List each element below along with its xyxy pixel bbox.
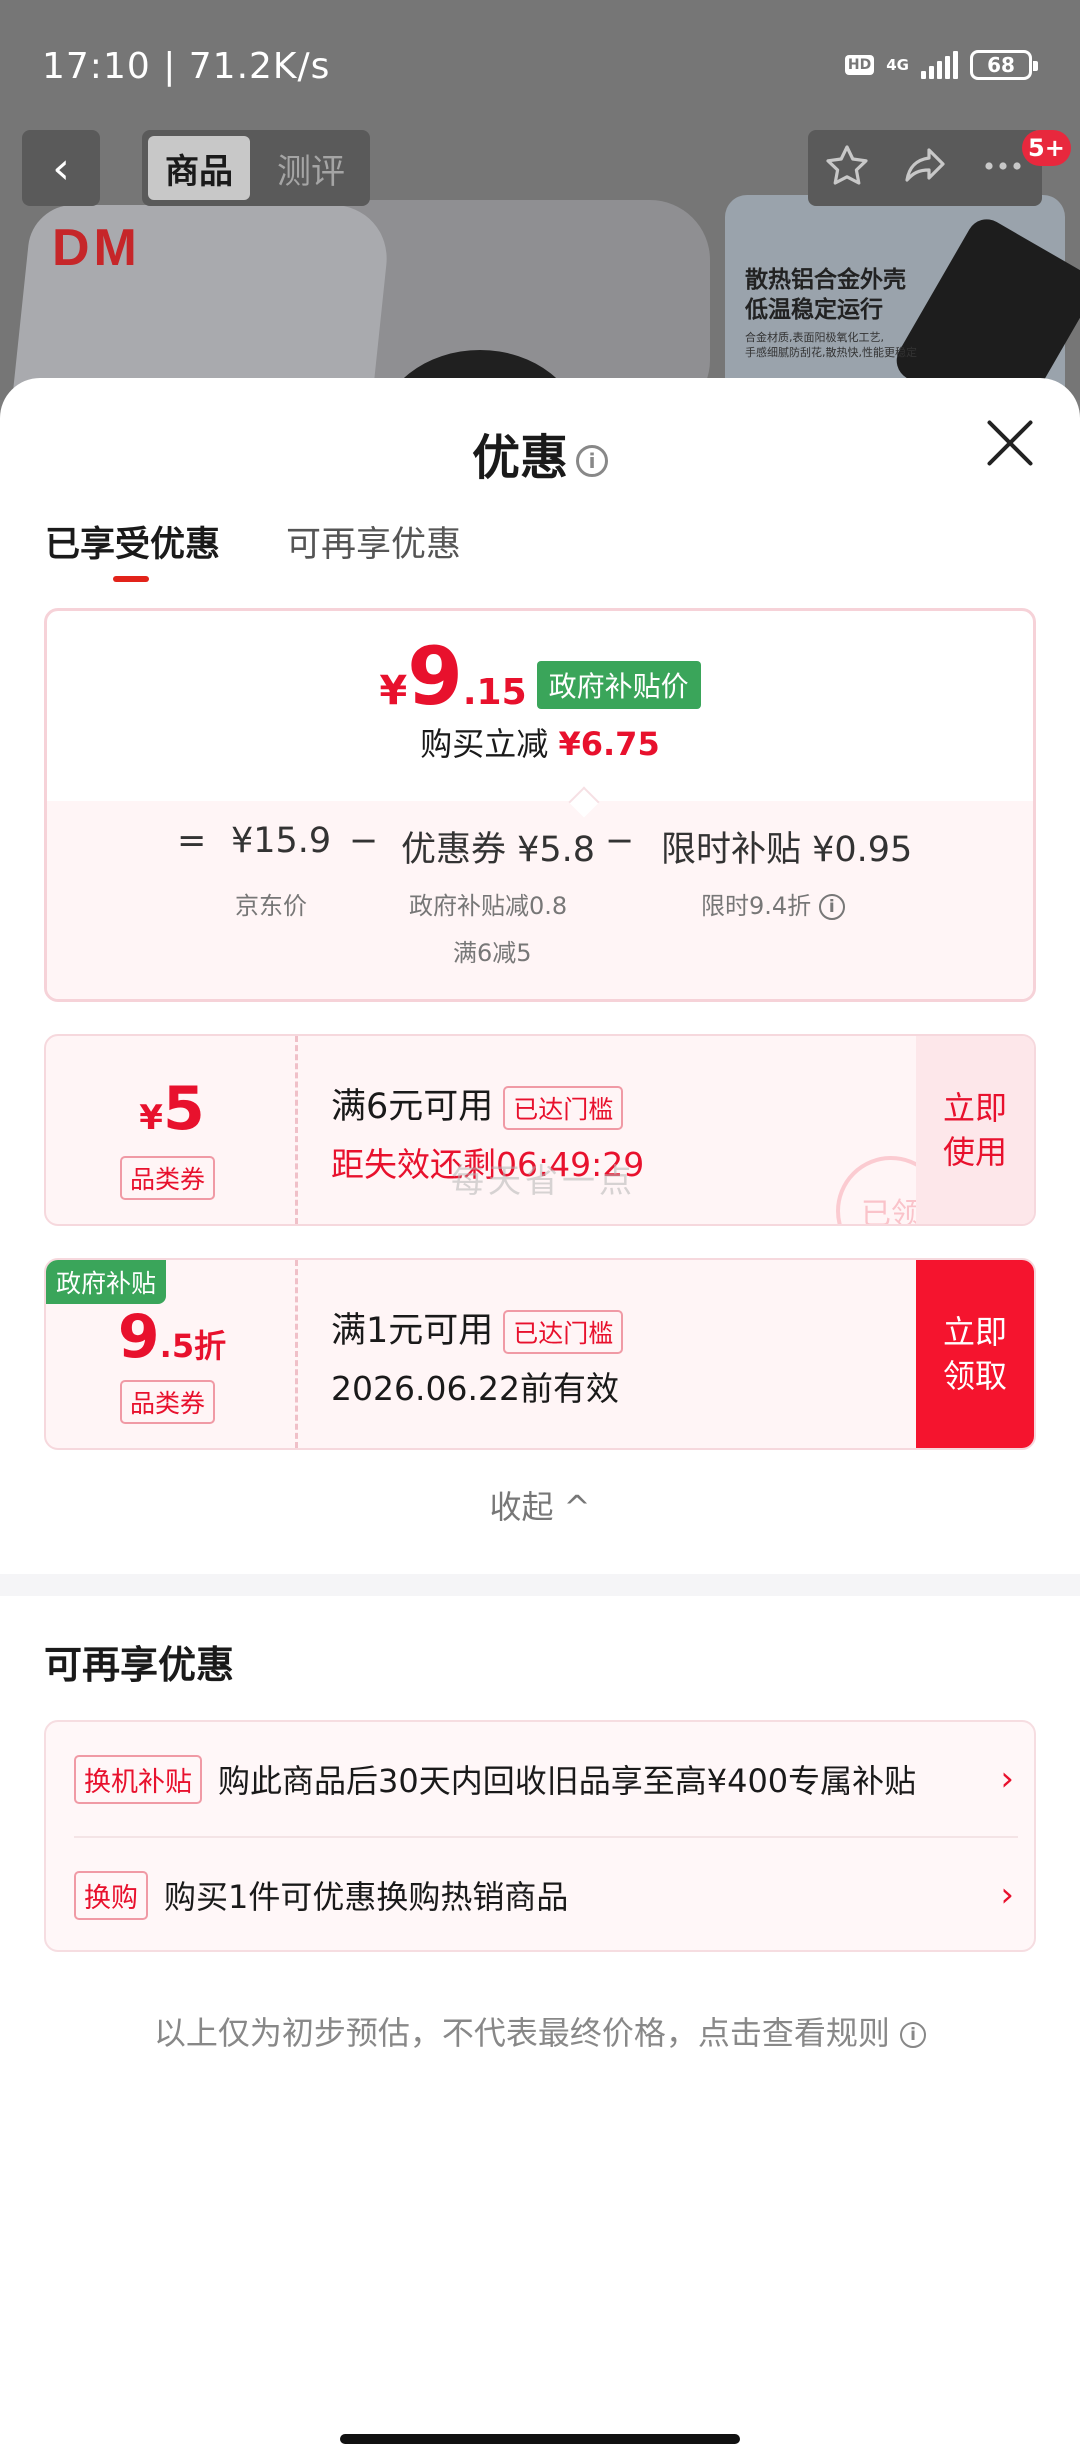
collapse-button[interactable]: 收起 ^	[0, 1482, 1080, 1528]
threshold-reached-tag: 已达门槛	[503, 1310, 624, 1354]
offer-tag: 换机补贴	[74, 1754, 202, 1804]
gov-subsidy-label: 政府补贴	[46, 1260, 167, 1304]
jd-price: ¥15.9	[231, 821, 332, 861]
final-price: ¥9.15 政府补贴价	[47, 637, 1033, 717]
sheet-title: 优惠 i	[0, 418, 1080, 488]
more-icon[interactable]	[979, 142, 1027, 194]
promo-title: 散热铝合金外壳 低温稳定运行	[745, 267, 906, 323]
coupon-discount: 9.5折	[117, 1302, 227, 1372]
claim-now-button[interactable]: 立即 领取	[916, 1260, 1034, 1448]
battery-icon: 68	[970, 50, 1038, 80]
coupon-deduction: 优惠券 ¥5.8	[401, 830, 596, 870]
section-divider	[0, 1574, 1080, 1596]
network-type: 4G	[886, 56, 909, 74]
hd-icon: HD	[844, 55, 875, 75]
more-offers-card: 换机补贴 购此商品后30天内回收旧品享至高¥400专属补贴 › 换购 购买1件可…	[44, 1720, 1036, 1952]
signal-icon	[921, 51, 958, 79]
offer-row-exchange[interactable]: 换购 购买1件可优惠换购热销商品 ›	[74, 1838, 1018, 1952]
chevron-right-icon: ›	[1000, 1759, 1014, 1799]
status-icons: HD 4G 68	[844, 50, 1038, 80]
promo-thumbnail[interactable]: 散热铝合金外壳 低温稳定运行 合金材质,表面阳极氧化工艺, 手感细腻防刮花,散热快,…	[725, 195, 1080, 400]
info-icon[interactable]: i	[818, 894, 845, 920]
top-tabs: 商品 测评	[142, 130, 370, 206]
share-icon[interactable]	[901, 142, 949, 194]
jd-price-label: 京东价	[235, 892, 307, 920]
status-time: 17:10 | 71.2K/s	[42, 46, 331, 87]
status-bar: 17:10 | 71.2K/s HD 4G 68	[0, 0, 1080, 130]
chevron-left-icon: ‹	[52, 142, 70, 194]
tab-enjoyed[interactable]: 已享受优惠	[45, 516, 220, 567]
brand-logo: DM	[52, 219, 141, 277]
more-section-title: 可再享优惠	[44, 1643, 235, 1687]
info-icon[interactable]: i	[900, 2022, 927, 2048]
offer-tag: 换购	[74, 1870, 148, 1920]
coupon-condition: 满6元可用 已达门槛	[331, 1078, 624, 1130]
star-icon[interactable]	[823, 142, 871, 194]
gov-subsidy-price-tag: 政府补贴价	[536, 661, 701, 709]
tab-review[interactable]: 测评	[260, 136, 362, 200]
disclaimer-link[interactable]: 以上仅为初步预估，不代表最终价格，点击查看规则 i	[0, 2008, 1080, 2054]
coupon-amount: ¥5	[139, 1074, 205, 1144]
threshold-reached-tag: 已达门槛	[503, 1086, 624, 1130]
watermark: 每天省一点	[451, 1161, 636, 1200]
tab-product[interactable]: 商品	[148, 136, 250, 200]
promo-plug-image	[889, 212, 1080, 400]
top-tools	[808, 130, 1042, 206]
close-button[interactable]	[985, 418, 1035, 468]
promo-subtitle: 合金材质,表面阳极氧化工艺, 手感细腻防刮花,散热快,性能更稳定	[745, 331, 917, 359]
coupon-card: ¥5 品类券 满6元可用 已达门槛 距失效还剩06:49:29 每天省一点 已领 …	[44, 1034, 1036, 1226]
coupon-type: 品类券	[120, 1156, 216, 1200]
back-button[interactable]: ‹	[22, 130, 100, 206]
info-icon[interactable]: i	[576, 445, 608, 477]
message-badge: 5+	[1022, 130, 1071, 166]
coupon-sub-label: 政府补贴减0.8	[409, 892, 568, 920]
chevron-right-icon: ›	[1000, 1875, 1014, 1915]
use-now-button[interactable]: 立即 使用	[916, 1036, 1034, 1224]
limited-sub-label[interactable]: 限时9.4折 i	[701, 886, 845, 921]
coupon-condition: 满1元可用 已达门槛	[331, 1302, 624, 1354]
discount-sheet: 优惠 i 已享受优惠 可再享优惠 ¥9.15 政府补贴价 购买立减 ¥6.75 =…	[0, 378, 1080, 2460]
limited-subsidy: 限时补贴 ¥0.95	[661, 830, 913, 870]
tab-more-available[interactable]: 可再享优惠	[286, 516, 461, 567]
offer-text: 购此商品后30天内回收旧品享至高¥400专属补贴	[218, 1762, 917, 1800]
coupon-sub-label-2: 满6减5	[453, 939, 532, 967]
offer-row-tradein[interactable]: 换机补贴 购此商品后30天内回收旧品享至高¥400专属补贴 ›	[74, 1722, 1018, 1836]
price-breakdown-card: ¥9.15 政府补贴价 购买立减 ¥6.75 = ¥15.9 − 优惠券 ¥5.…	[44, 608, 1036, 1002]
gesture-nav-bar[interactable]	[340, 2434, 740, 2444]
instant-reduction: 购买立减 ¥6.75	[420, 725, 660, 763]
offer-text: 购买1件可优惠换购热销商品	[164, 1878, 569, 1916]
coupon-validity: 2026.06.22前有效	[331, 1369, 619, 1408]
coupon-type: 品类券	[120, 1380, 216, 1424]
coupon-card: 政府补贴 9.5折 品类券 满1元可用 已达门槛 2026.06.22前有效 立即…	[44, 1258, 1036, 1450]
tab-underline	[113, 576, 149, 582]
